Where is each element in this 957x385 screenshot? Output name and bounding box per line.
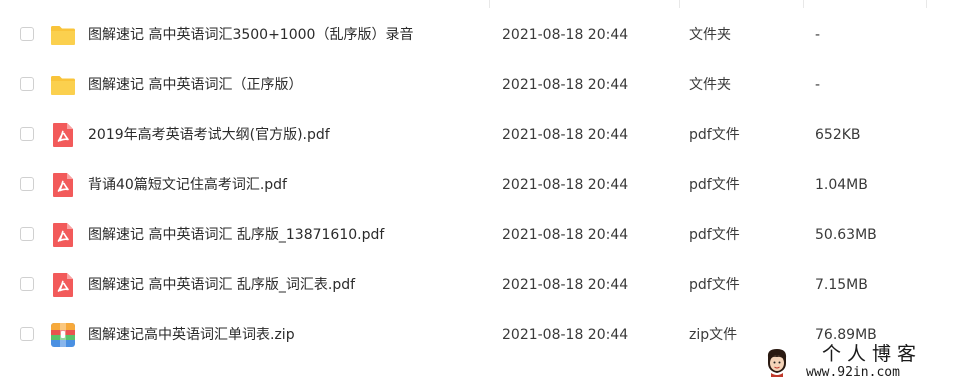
file-size: 1.04MB: [815, 177, 868, 193]
avatar-icon: [764, 347, 790, 377]
list-header-strip: [0, 0, 957, 10]
folder-icon: [50, 72, 76, 98]
blog-watermark: 个人博客 www.92in.com: [762, 343, 957, 385]
file-name[interactable]: 图解速记 高中英语词汇 乱序版_13871610.pdf: [88, 225, 384, 245]
file-size: 652KB: [815, 127, 861, 143]
file-type: 文件夹: [689, 77, 731, 93]
file-date: 2021-08-18 20:44: [502, 227, 629, 243]
pdf-icon: [50, 122, 76, 148]
file-type: pdf文件: [689, 177, 740, 193]
file-name[interactable]: 背诵40篇短文记住高考词汇.pdf: [88, 175, 287, 195]
file-date: 2021-08-18 20:44: [502, 77, 629, 93]
row-checkbox[interactable]: [20, 227, 34, 241]
file-row[interactable]: 图解速记 高中英语词汇（正序版） 2021-08-18 20:44 文件夹 -: [0, 60, 957, 110]
file-type: pdf文件: [689, 277, 740, 293]
file-size: -: [815, 27, 821, 43]
column-divider: [803, 0, 804, 8]
file-type: pdf文件: [689, 127, 740, 143]
file-date: 2021-08-18 20:44: [502, 27, 629, 43]
file-size: 50.63MB: [815, 227, 877, 243]
row-checkbox[interactable]: [20, 127, 34, 141]
file-name[interactable]: 图解速记 高中英语词汇 乱序版_词汇表.pdf: [88, 275, 355, 295]
file-row[interactable]: 图解速记 高中英语词汇 乱序版_13871610.pdf 2021-08-18 …: [0, 210, 957, 260]
file-name[interactable]: 图解速记 高中英语词汇（正序版）: [88, 75, 302, 95]
file-type: 文件夹: [689, 27, 731, 43]
pdf-icon: [50, 272, 76, 298]
file-size: 76.89MB: [815, 327, 877, 343]
row-checkbox[interactable]: [20, 177, 34, 191]
file-row[interactable]: 图解速记 高中英语词汇 乱序版_词汇表.pdf 2021-08-18 20:44…: [0, 260, 957, 310]
file-date: 2021-08-18 20:44: [502, 277, 629, 293]
file-size: -: [815, 77, 821, 93]
watermark-title: 个人博客: [822, 343, 923, 365]
file-size: 7.15MB: [815, 277, 868, 293]
zip-icon: [50, 322, 76, 348]
column-divider: [489, 0, 490, 8]
watermark-url: www.92in.com: [806, 365, 900, 380]
file-name[interactable]: 2019年高考英语考试大纲(官方版).pdf: [88, 125, 330, 145]
file-type: pdf文件: [689, 227, 740, 243]
file-row[interactable]: 背诵40篇短文记住高考词汇.pdf 2021-08-18 20:44 pdf文件…: [0, 160, 957, 210]
row-checkbox[interactable]: [20, 327, 34, 341]
folder-icon: [50, 22, 76, 48]
row-checkbox[interactable]: [20, 27, 34, 41]
file-date: 2021-08-18 20:44: [502, 177, 629, 193]
column-divider: [679, 0, 680, 8]
column-divider: [926, 0, 927, 8]
file-name[interactable]: 图解速记高中英语词汇单词表.zip: [88, 325, 295, 345]
file-name[interactable]: 图解速记 高中英语词汇3500+1000（乱序版）录音: [88, 25, 413, 45]
file-date: 2021-08-18 20:44: [502, 327, 629, 343]
pdf-icon: [50, 172, 76, 198]
pdf-icon: [50, 222, 76, 248]
row-checkbox[interactable]: [20, 277, 34, 291]
file-list: 图解速记 高中英语词汇3500+1000（乱序版）录音 2021-08-18 2…: [0, 10, 957, 360]
file-date: 2021-08-18 20:44: [502, 127, 629, 143]
file-type: zip文件: [689, 327, 738, 343]
file-row[interactable]: 图解速记 高中英语词汇3500+1000（乱序版）录音 2021-08-18 2…: [0, 10, 957, 60]
file-row[interactable]: 2019年高考英语考试大纲(官方版).pdf 2021-08-18 20:44 …: [0, 110, 957, 160]
row-checkbox[interactable]: [20, 77, 34, 91]
